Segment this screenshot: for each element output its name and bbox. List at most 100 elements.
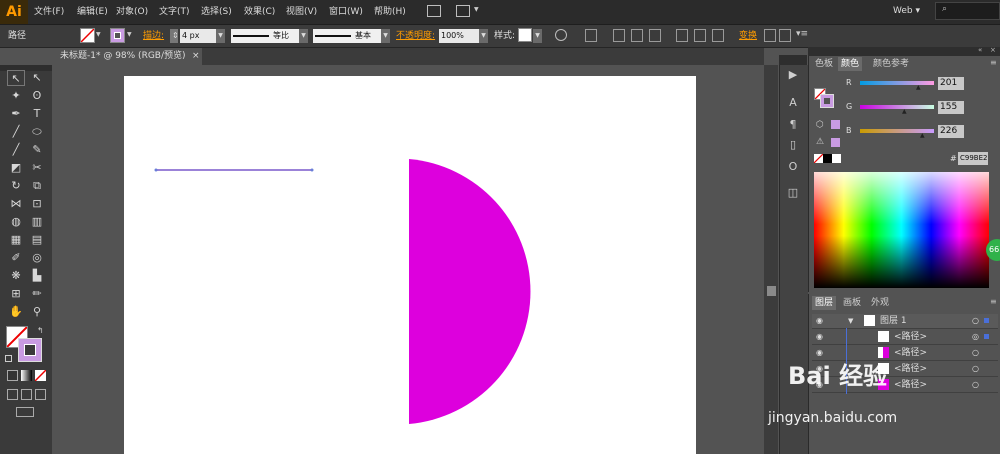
opentype-icon[interactable]: O — [786, 160, 800, 174]
isolate-icon[interactable] — [764, 29, 776, 42]
gradient-tool-icon[interactable]: ▤ — [28, 232, 46, 248]
path-row[interactable]: ◉ <路径> ◎ — [812, 330, 998, 345]
visibility-eye-icon[interactable]: ◉ — [816, 330, 823, 344]
shape-builder-tool-icon[interactable]: ◍ — [7, 214, 25, 230]
vertical-scrollbar[interactable] — [764, 65, 778, 454]
free-transform-tool-icon[interactable]: ⊡ — [28, 196, 46, 212]
transparency-icon[interactable]: ◫ — [786, 186, 800, 200]
target-icon[interactable]: ◎ — [972, 330, 979, 344]
target-icon[interactable]: ○ — [972, 314, 979, 328]
r-slider-handle[interactable]: ▲ — [916, 84, 921, 91]
gamut-warning-icon[interactable]: ⚠ — [816, 137, 824, 147]
layers-menu-icon[interactable]: ≡ — [990, 297, 997, 306]
column-graph-tool-icon[interactable]: ▙ — [28, 268, 46, 284]
layer-row[interactable]: ◉ ▼ 图层 1 ○ — [812, 314, 998, 329]
opacity-dropdown[interactable]: ▼ — [479, 29, 488, 43]
white-swatch[interactable] — [832, 154, 841, 163]
none-swatch[interactable] — [814, 154, 823, 163]
visibility-eye-icon[interactable]: ◉ — [816, 314, 823, 328]
graphic-style-swatch[interactable] — [518, 28, 532, 42]
width-tool-icon[interactable]: ⋈ — [7, 196, 25, 212]
draw-inside-icon[interactable] — [35, 389, 46, 400]
scrollbar-thumb[interactable] — [767, 286, 776, 296]
line-anchor-end[interactable] — [310, 168, 314, 172]
align-bottom-icon[interactable] — [712, 29, 724, 42]
brush-definition[interactable]: 基本 — [313, 29, 381, 43]
menu-file[interactable]: 文件(F) — [34, 0, 64, 24]
arrange-dropdown-icon[interactable]: ▼ — [474, 6, 479, 13]
magic-wand-tool-icon[interactable]: ✦ — [7, 88, 25, 104]
default-colors-icon[interactable] — [5, 355, 12, 362]
expand-triangle-icon[interactable]: ▼ — [848, 314, 853, 328]
layer-name[interactable]: 图层 1 — [880, 314, 907, 328]
gradient-mode-icon[interactable] — [21, 370, 32, 381]
menu-type[interactable]: 文字(T) — [159, 0, 190, 24]
tab-layers[interactable]: 图层 — [812, 296, 837, 310]
stroke-label[interactable]: 描边: — [143, 25, 164, 47]
stroke-dropdown-icon[interactable]: ▼ — [127, 31, 132, 38]
tab-appearance[interactable]: 外观 — [868, 296, 892, 310]
out-of-web-gamut-icon[interactable]: ⬡ — [816, 120, 824, 130]
lasso-tool-icon[interactable]: ʘ — [28, 88, 46, 104]
menu-window[interactable]: 窗口(W) — [329, 0, 363, 24]
rotate-tool-icon[interactable]: ↻ — [7, 178, 25, 194]
bridge-icon[interactable] — [427, 5, 441, 17]
workspace-switcher[interactable]: Web ▾ — [872, 3, 920, 20]
scissors-tool-icon[interactable]: ✂ — [28, 160, 46, 176]
stroke-width-stepper[interactable]: ⇕ — [170, 29, 179, 43]
g-value-field[interactable]: 155 — [938, 101, 964, 114]
eyedropper-tool-icon[interactable]: ✐ — [7, 250, 25, 266]
ellipse-tool-icon[interactable]: ⬭ — [28, 124, 46, 140]
web-safe-swatch[interactable] — [831, 120, 840, 129]
close-panel-icon[interactable]: × — [990, 46, 996, 54]
blend-tool-icon[interactable]: ◎ — [28, 250, 46, 266]
variable-width-profile[interactable]: 等比 — [231, 29, 299, 43]
half-circle-path[interactable] — [409, 159, 531, 424]
panel-stroke-box[interactable] — [820, 94, 834, 108]
stroke-box[interactable] — [18, 338, 42, 362]
stroke-width-dropdown[interactable]: ▼ — [216, 29, 225, 43]
tab-color[interactable]: 颜色 — [838, 57, 863, 71]
in-gamut-swatch[interactable] — [831, 138, 840, 147]
symbol-sprayer-tool-icon[interactable]: ❋ — [7, 268, 25, 284]
type-tool-icon[interactable]: T — [28, 106, 46, 122]
align-top-icon[interactable] — [676, 29, 688, 42]
pencil-tool-icon[interactable]: ✎ — [28, 142, 46, 158]
artboard[interactable] — [124, 76, 696, 454]
align-center-icon[interactable] — [631, 29, 643, 42]
brush-dropdown[interactable]: ▼ — [381, 29, 390, 43]
blob-brush-tool-icon[interactable]: ◩ — [7, 160, 25, 176]
zoom-tool-icon[interactable]: ⚲ — [28, 304, 46, 320]
paragraph-icon[interactable]: ¶ — [786, 118, 800, 132]
align-to-icon[interactable] — [585, 29, 597, 42]
profile-dropdown[interactable]: ▼ — [299, 29, 308, 43]
scale-tool-icon[interactable]: ⧉ — [28, 178, 46, 194]
r-value-field[interactable]: 201 — [938, 77, 964, 90]
character-icon[interactable]: A — [786, 96, 800, 110]
menu-view[interactable]: 视图(V) — [286, 0, 317, 24]
selection-indicator[interactable] — [984, 334, 989, 339]
fill-swatch[interactable] — [80, 28, 95, 43]
stroke-swatch[interactable] — [110, 28, 125, 43]
edit-contents-icon[interactable] — [779, 29, 791, 42]
perspective-grid-tool-icon[interactable]: ▥ — [28, 214, 46, 230]
collapse-panel-icon[interactable]: « — [978, 46, 982, 54]
tab-color-guide[interactable]: 颜色参考 — [870, 57, 912, 71]
direct-selection-tool-icon[interactable]: ↖ — [28, 70, 46, 86]
slice-tool-icon[interactable]: ✏ — [28, 286, 46, 302]
menu-object[interactable]: 对象(O) — [116, 0, 148, 24]
opacity-field[interactable]: 100% — [439, 29, 479, 43]
menu-help[interactable]: 帮助(H) — [374, 0, 406, 24]
draw-behind-icon[interactable] — [21, 389, 32, 400]
g-slider[interactable] — [860, 105, 934, 109]
document-tab[interactable]: 未标题-1* @ 98% (RGB/预览) × — [52, 48, 202, 65]
black-swatch[interactable] — [823, 154, 832, 163]
arrange-documents-icon[interactable] — [456, 5, 470, 17]
pen-tool-icon[interactable]: ✒ — [7, 106, 25, 122]
line-anchor-start[interactable] — [154, 168, 158, 172]
selection-indicator[interactable] — [984, 318, 989, 323]
panel-header-bar[interactable] — [808, 47, 1000, 56]
transform-link[interactable]: 变换 — [739, 25, 757, 47]
artboard-tool-icon[interactable]: ⊞ — [7, 286, 25, 302]
align-middle-icon[interactable] — [694, 29, 706, 42]
